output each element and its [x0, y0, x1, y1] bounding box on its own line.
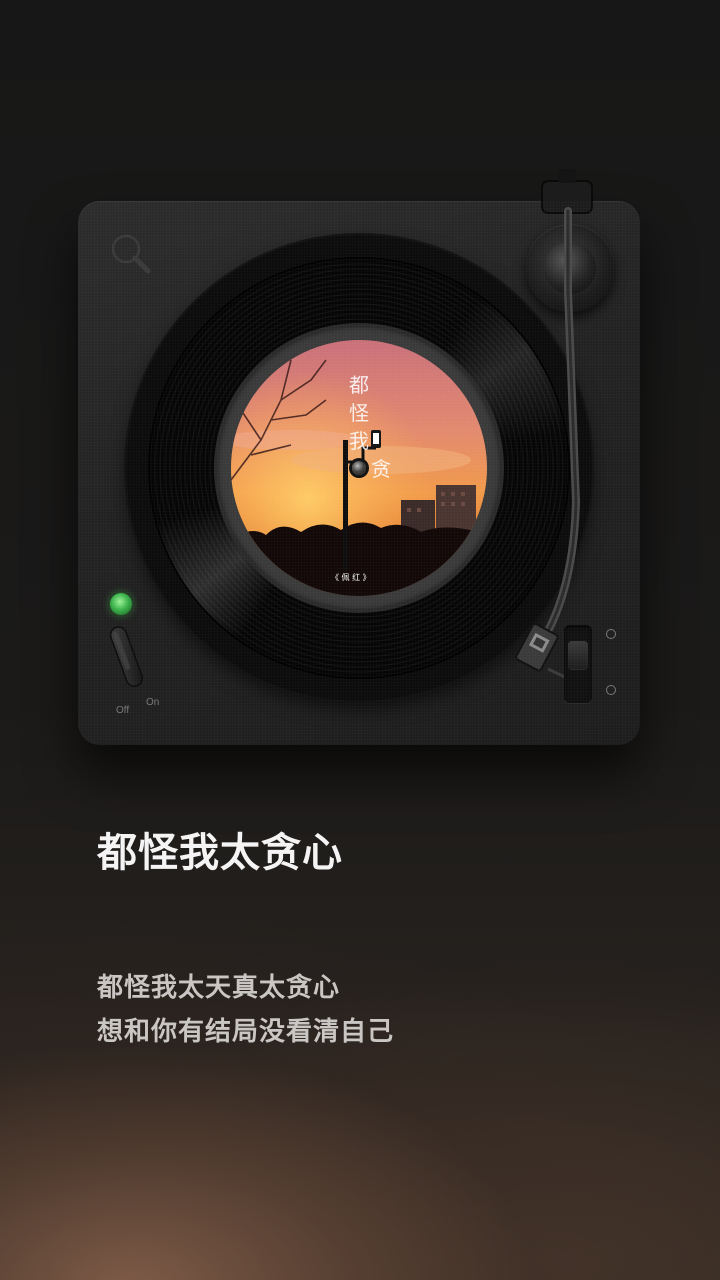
- switch-on-label: On: [146, 697, 160, 708]
- tonearm[interactable]: [78, 161, 640, 721]
- song-title: 都怪我太贪心: [97, 830, 343, 876]
- turntable: 都 怪 我 贪 《 佩 红 》 Off On: [78, 169, 640, 745]
- player-screen: 都 怪 我 贪 《 佩 红 》 Off On 都怪我太贪心 都怪我太天真太贪心 …: [0, 0, 720, 1280]
- speed-mark-33-icon: [606, 629, 616, 639]
- lyric-line: 都怪我太天真太贪心: [97, 973, 341, 1003]
- speed-slider[interactable]: [564, 625, 592, 703]
- lyric-line: 想和你有结局没看清自己: [97, 1017, 395, 1047]
- power-led-icon: [110, 593, 132, 615]
- power-switch[interactable]: [108, 621, 148, 689]
- switch-off-label: Off: [116, 705, 130, 716]
- speed-slider-knob[interactable]: [568, 641, 588, 669]
- lyrics-block: 都怪我太天真太贪心 想和你有结局没看清自己: [97, 966, 394, 1054]
- speed-mark-45-icon: [606, 685, 616, 695]
